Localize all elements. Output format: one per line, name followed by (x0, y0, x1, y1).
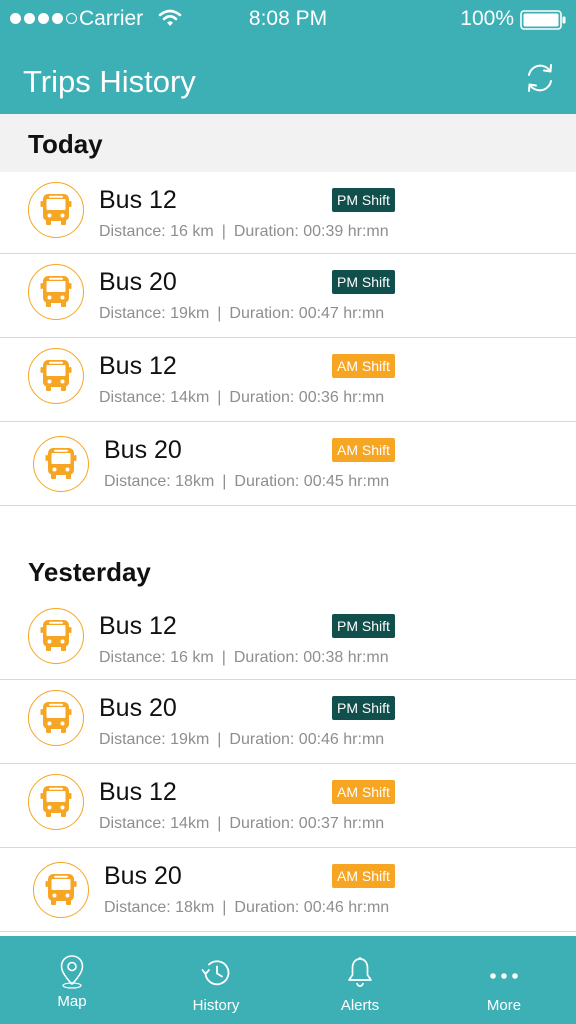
trip-duration: Duration: 00:46 hr:mn (234, 899, 390, 916)
header: Trips History (0, 40, 576, 114)
trip-row[interactable]: Bus 20 Distance: 19km | Duration: 00:47 hr:… (0, 254, 576, 338)
tab-bar: Map History Alerts More (0, 936, 576, 1024)
section-header: Today (0, 114, 576, 172)
bus-icon (33, 862, 89, 918)
trips-list[interactable]: Today Bus 12 Distance: 16 km | Duration: 00:… (0, 114, 576, 936)
bus-icon (33, 436, 89, 492)
trip-duration: Duration: 00:45 hr:mn (234, 473, 390, 490)
trip-duration: Duration: 00:46 hr:mn (229, 731, 385, 748)
trip-distance: Distance: 18km (104, 899, 215, 916)
bus-name: Bus 12 (99, 612, 177, 640)
bus-name: Bus 20 (99, 268, 177, 296)
tab-alerts[interactable]: Alerts (288, 936, 432, 1024)
trip-details: Distance: 16 km | Duration: 00:38 hr:mn (99, 649, 389, 667)
separator: | (217, 815, 222, 832)
map-pin-icon (60, 955, 84, 989)
trip-duration: Duration: 00:47 hr:mn (229, 305, 385, 322)
bus-icon (28, 264, 84, 320)
tab-label-map: Map (57, 993, 87, 1010)
tab-label-history: History (192, 997, 240, 1014)
bus-name: Bus 20 (99, 694, 177, 722)
more-icon (490, 973, 518, 979)
shift-badge: PM Shift (332, 696, 395, 720)
trip-row[interactable]: Bus 12 Distance: 14km | Duration: 00:37 hr:… (0, 764, 576, 848)
trip-row[interactable]: Bus 20 Distance: 18km | Duration: 00:45 hr:… (0, 422, 576, 506)
separator: | (221, 649, 226, 666)
separator: | (222, 473, 227, 490)
trip-details: Distance: 16 km | Duration: 00:39 hr:mn (99, 223, 389, 241)
trip-details: Distance: 19km | Duration: 00:47 hr:mn (99, 305, 384, 323)
trip-distance: Distance: 19km (99, 731, 210, 748)
bus-icon (28, 774, 84, 830)
trip-distance: Distance: 14km (99, 815, 210, 832)
page-title: Trips History (23, 64, 196, 99)
bus-icon (28, 608, 84, 664)
trip-duration: Duration: 00:36 hr:mn (229, 389, 385, 406)
bus-icon (28, 182, 84, 238)
trip-row[interactable]: Bus 12 Distance: 14km | Duration: 00:36 hr:… (0, 338, 576, 422)
section-header: Yesterday (0, 528, 576, 598)
tab-history[interactable]: History (144, 936, 288, 1024)
bus-name: Bus 12 (99, 352, 177, 380)
shift-badge: AM Shift (332, 438, 395, 462)
trip-details: Distance: 14km | Duration: 00:36 hr:mn (99, 389, 384, 407)
trip-row[interactable]: Bus 20 Distance: 19km | Duration: 00:46 hr:… (0, 680, 576, 764)
bus-name: Bus 12 (99, 186, 177, 214)
bus-name: Bus 12 (99, 778, 177, 806)
trip-details: Distance: 18km | Duration: 00:46 hr:mn (104, 899, 389, 917)
separator: | (221, 223, 226, 240)
refresh-icon[interactable] (522, 60, 558, 96)
bell-icon (348, 957, 372, 987)
trip-row[interactable]: Bus 12 Distance: 16 km | Duration: 00:39 hr… (0, 172, 576, 254)
trip-details: Distance: 19km | Duration: 00:46 hr:mn (99, 731, 384, 749)
trip-row[interactable]: Bus 20 Distance: 18km | Duration: 00:46 hr:… (0, 848, 576, 932)
trip-distance: Distance: 18km (104, 473, 215, 490)
bus-icon (28, 690, 84, 746)
shift-badge: AM Shift (332, 780, 395, 804)
trip-distance: Distance: 16 km (99, 649, 214, 666)
tab-label-more: More (486, 997, 522, 1014)
trip-details: Distance: 18km | Duration: 00:45 hr:mn (104, 473, 389, 491)
shift-badge: PM Shift (332, 188, 395, 212)
history-icon (201, 960, 230, 986)
separator: | (222, 899, 227, 916)
section-title: Today (28, 129, 103, 159)
tab-label-alerts: Alerts (340, 997, 380, 1014)
shift-badge: PM Shift (332, 614, 395, 638)
trip-details: Distance: 14km | Duration: 00:37 hr:mn (99, 815, 384, 833)
separator: | (217, 389, 222, 406)
trip-distance: Distance: 16 km (99, 223, 214, 240)
trip-distance: Distance: 19km (99, 305, 210, 322)
trip-duration: Duration: 00:39 hr:mn (233, 223, 389, 240)
bus-icon (28, 348, 84, 404)
tab-more[interactable]: More (432, 936, 576, 1024)
separator: | (217, 305, 222, 322)
battery-icon (520, 10, 566, 30)
bus-name: Bus 20 (104, 862, 182, 890)
bus-name: Bus 20 (104, 436, 182, 464)
separator: | (217, 731, 222, 748)
battery-percent: 100% (460, 7, 514, 30)
section-title: Yesterday (28, 557, 151, 587)
trip-duration: Duration: 00:38 hr:mn (233, 649, 389, 666)
status-bar: Carrier 8:08 PM 100% (0, 0, 576, 40)
trip-distance: Distance: 14km (99, 389, 210, 406)
trip-row[interactable]: Bus 12 Distance: 16 km | Duration: 00:38 hr… (0, 598, 576, 680)
shift-badge: PM Shift (332, 270, 395, 294)
trip-duration: Duration: 00:37 hr:mn (229, 815, 385, 832)
tab-map[interactable]: Map (0, 936, 144, 1024)
shift-badge: AM Shift (332, 864, 395, 888)
shift-badge: AM Shift (332, 354, 395, 378)
